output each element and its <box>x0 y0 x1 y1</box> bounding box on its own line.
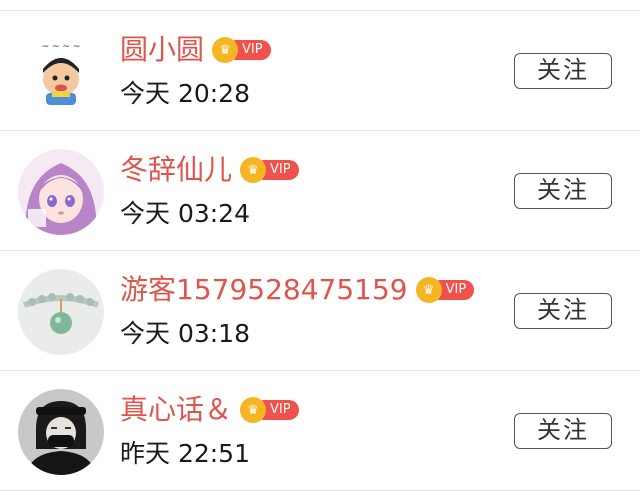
masked-person-avatar-icon <box>18 389 104 475</box>
follow-button[interactable]: 关注 <box>514 173 612 209</box>
user-name[interactable]: 游客1579528475159 <box>120 273 408 307</box>
user-name[interactable]: 圆小圆 <box>120 33 204 67</box>
list-item[interactable]: 真心话＆ ♛ VIP 昨天 22:51 关注 <box>0 371 640 491</box>
visit-time: 今天 03:24 <box>120 199 250 228</box>
svg-text:~ ~ ~ ~: ~ ~ ~ ~ <box>42 42 81 52</box>
anime-girl-avatar-icon <box>18 149 104 235</box>
vip-badge: ♛ VIP <box>240 397 299 423</box>
follow-button[interactable]: 关注 <box>514 53 612 89</box>
cartoon-sticker-avatar-icon: ~ ~ ~ ~ <box>18 29 104 115</box>
crown-icon: ♛ <box>212 37 239 63</box>
visit-time: 今天 20:28 <box>120 79 250 108</box>
visit-time: 今天 03:18 <box>120 319 250 348</box>
avatar[interactable] <box>18 389 104 475</box>
vip-badge: ♛ VIP <box>212 37 271 63</box>
avatar[interactable] <box>18 269 104 355</box>
list-item[interactable]: 冬辞仙儿 ♛ VIP 今天 03:24 关注 <box>0 131 640 251</box>
follow-button[interactable]: 关注 <box>514 413 612 449</box>
bracelet-photo-avatar-icon <box>18 269 104 355</box>
crown-icon: ♛ <box>415 277 442 303</box>
crown-icon: ♛ <box>240 397 267 423</box>
list-item[interactable]: 游客1579528475159 ♛ VIP 今天 03:18 关注 <box>0 251 640 371</box>
follow-button[interactable]: 关注 <box>514 293 612 329</box>
user-name[interactable]: 冬辞仙儿 <box>120 153 232 187</box>
crown-icon: ♛ <box>240 157 267 183</box>
visit-time: 昨天 22:51 <box>120 439 250 468</box>
top-divider <box>0 0 640 11</box>
list-item[interactable]: ~ ~ ~ ~ 圆小圆 ♛ VIP 今天 20:28 关注 <box>0 11 640 131</box>
vip-badge: ♛ VIP <box>240 157 299 183</box>
avatar[interactable] <box>18 149 104 235</box>
vip-badge: ♛ VIP <box>415 277 475 303</box>
avatar[interactable]: ~ ~ ~ ~ <box>18 29 104 115</box>
user-name[interactable]: 真心话＆ <box>120 393 232 427</box>
